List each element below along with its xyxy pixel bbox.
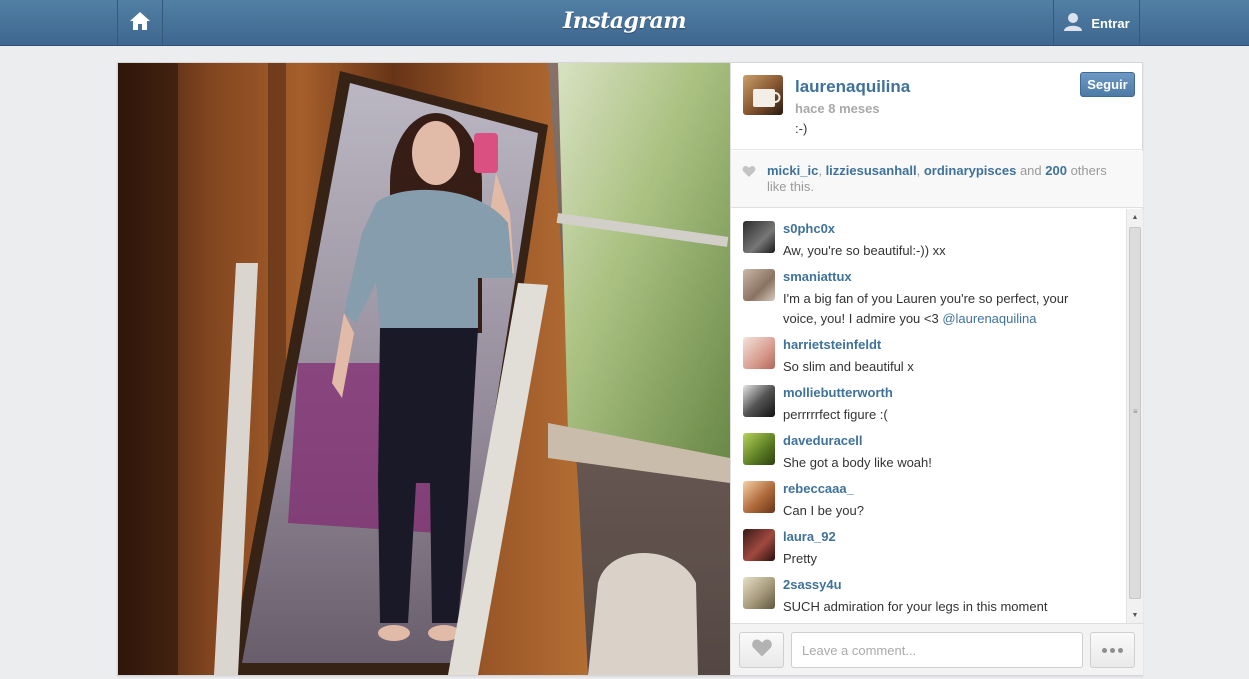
- avatar[interactable]: [743, 337, 775, 369]
- login-button[interactable]: Entrar: [1053, 0, 1140, 46]
- comments-list[interactable]: s0phc0x Aw, you're so beautiful:-)) xx s…: [731, 209, 1143, 623]
- grip-icon: ≡: [1133, 407, 1138, 416]
- mention-link[interactable]: @laurenaquilina: [942, 311, 1036, 326]
- scroll-up-arrow-icon[interactable]: ▲: [1127, 209, 1143, 225]
- follow-button[interactable]: Seguir: [1080, 72, 1135, 97]
- comment-text: So slim and beautiful x: [783, 359, 914, 374]
- comment-footer: [731, 623, 1143, 675]
- comment-text: Pretty: [783, 551, 817, 566]
- heart-icon: [751, 638, 773, 663]
- comment-username[interactable]: molliebutterworth: [783, 385, 893, 400]
- avatar[interactable]: [743, 221, 775, 253]
- comments-scrollbar[interactable]: ▲ ≡ ▼: [1126, 209, 1143, 623]
- comment-username[interactable]: daveduracell: [783, 433, 863, 448]
- post-photo: [118, 63, 730, 675]
- likes-section: micki_ic, lizziesusanhall, ordinarypisce…: [731, 151, 1143, 208]
- avatar[interactable]: [743, 433, 775, 465]
- like-button[interactable]: [739, 632, 784, 668]
- dot-icon: [1102, 647, 1107, 653]
- comment-username[interactable]: harrietsteinfeldt: [783, 337, 881, 352]
- avatar[interactable]: [743, 75, 783, 115]
- comment-text: SUCH admiration for your legs in this mo…: [783, 599, 1048, 614]
- avatar[interactable]: [743, 577, 775, 609]
- avatar[interactable]: [743, 481, 775, 513]
- liker-link[interactable]: ordinarypisces: [924, 163, 1017, 178]
- likes-count[interactable]: 200: [1045, 163, 1067, 178]
- post-caption: :-): [795, 121, 808, 136]
- comment-text: Aw, you're so beautiful:-)) xx: [783, 243, 946, 258]
- comment-username[interactable]: rebeccaaa_: [783, 481, 854, 496]
- post-timestamp: hace 8 meses: [795, 101, 880, 116]
- comment-username[interactable]: laura_92: [783, 529, 836, 544]
- login-label: Entrar: [1091, 15, 1130, 31]
- heart-icon: [742, 165, 756, 183]
- comment-username[interactable]: 2sassy4u: [783, 577, 842, 592]
- top-bar: Instagram Entrar: [0, 0, 1249, 46]
- post-header: laurenaquilina hace 8 meses :-) Seguir: [731, 63, 1143, 150]
- post-sidebar: laurenaquilina hace 8 meses :-) Seguir m…: [730, 63, 1143, 675]
- post-card: laurenaquilina hace 8 meses :-) Seguir m…: [117, 62, 1143, 676]
- more-options-button[interactable]: [1090, 632, 1135, 668]
- likes-text: micki_ic, lizziesusanhall, ordinarypisce…: [767, 163, 1107, 194]
- avatar[interactable]: [743, 529, 775, 561]
- avatar[interactable]: [743, 385, 775, 417]
- liker-link[interactable]: micki_ic: [767, 163, 818, 178]
- comment-username[interactable]: s0phc0x: [783, 221, 835, 236]
- scrollbar-thumb[interactable]: ≡: [1129, 227, 1141, 599]
- comment-text: She got a body like woah!: [783, 455, 932, 470]
- dot-icon: [1110, 647, 1115, 653]
- liker-link[interactable]: lizziesusanhall: [826, 163, 917, 178]
- comment-text: I'm a big fan of you Lauren you're so pe…: [783, 291, 1069, 326]
- user-icon: [1063, 12, 1083, 35]
- comment-text: Can I be you?: [783, 503, 864, 518]
- owner-username[interactable]: laurenaquilina: [795, 77, 910, 97]
- comment-input[interactable]: [791, 632, 1083, 668]
- scroll-down-arrow-icon[interactable]: ▼: [1127, 607, 1143, 623]
- dot-icon: [1118, 647, 1123, 653]
- avatar[interactable]: [743, 269, 775, 301]
- comment-username[interactable]: smaniattux: [783, 269, 852, 284]
- comment-text: perrrrrfect figure :(: [783, 407, 888, 422]
